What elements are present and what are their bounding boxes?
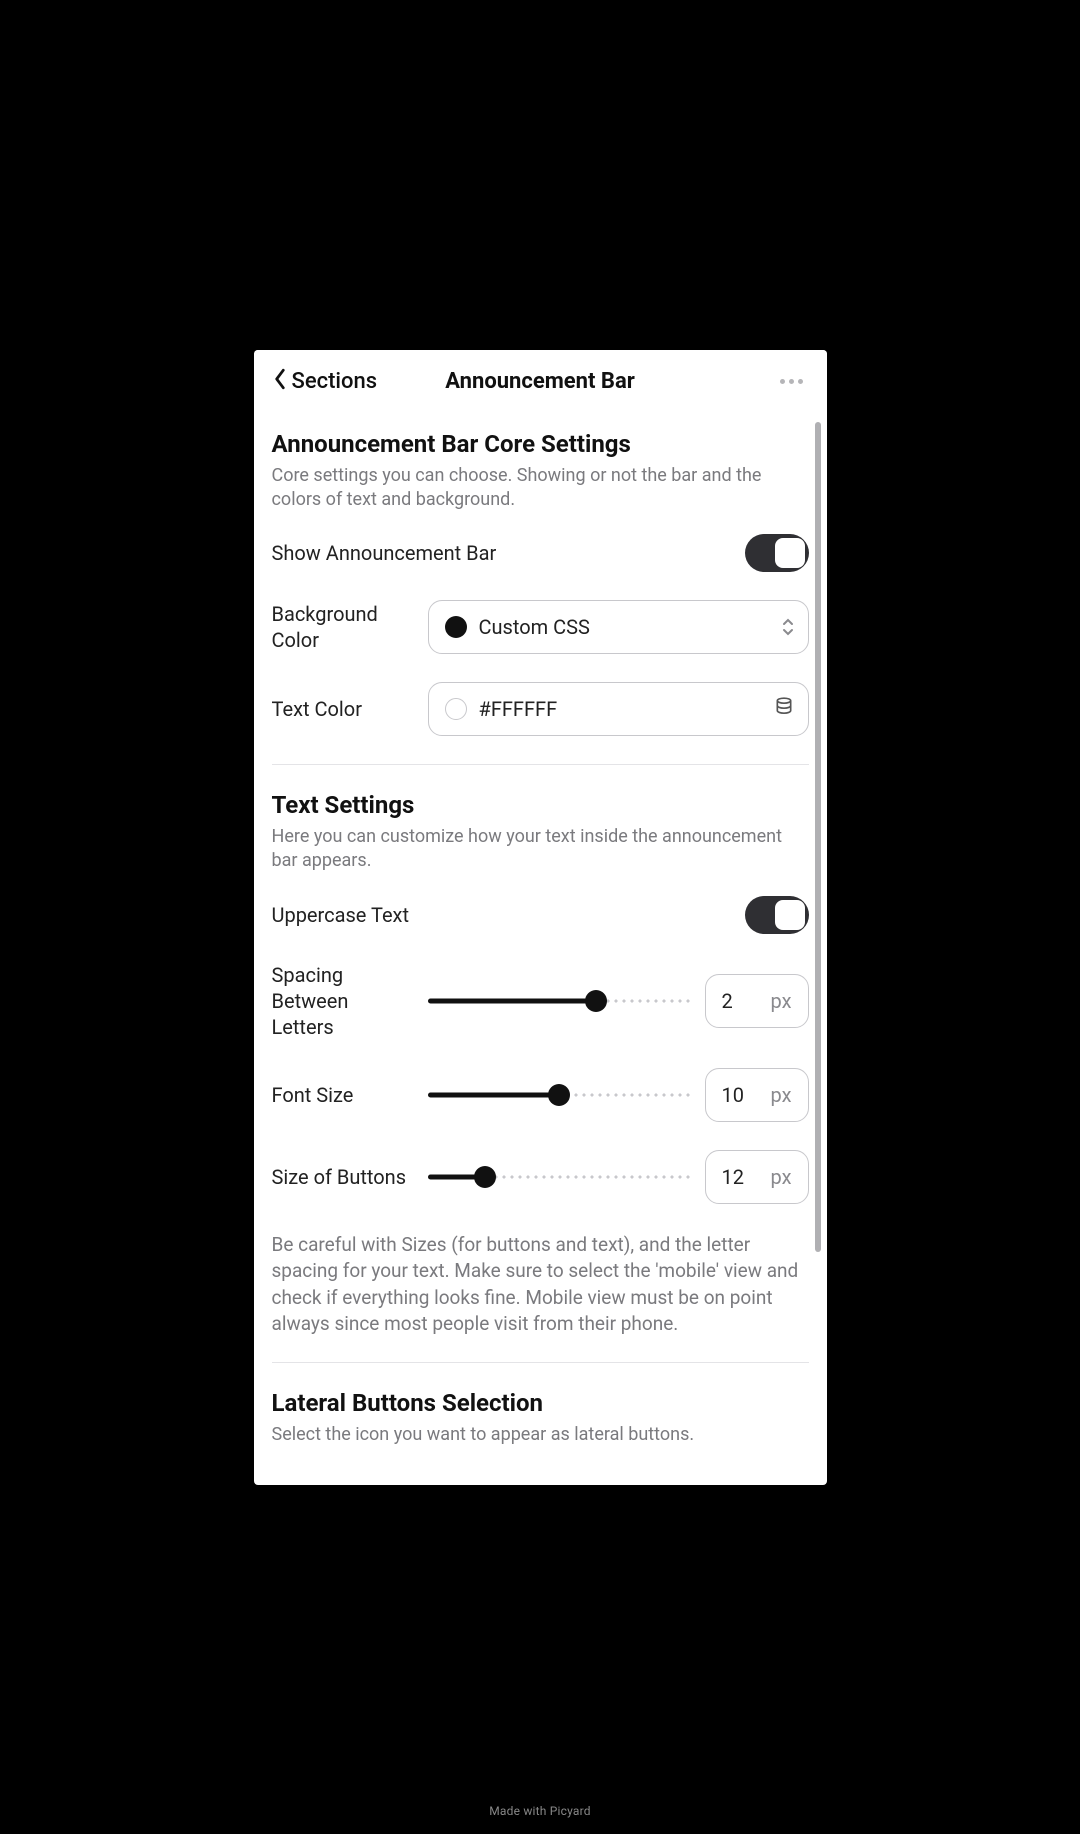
btnsize-label: Size of Buttons [272, 1164, 412, 1190]
settings-panel: Sections Announcement Bar Announcement B… [254, 350, 827, 1485]
back-label: Sections [292, 369, 378, 394]
uppercase-label: Uppercase Text [272, 902, 729, 928]
spacing-value: 2 [722, 989, 733, 1013]
unit-label: px [770, 1165, 791, 1189]
color-swatch-icon [445, 698, 467, 720]
fontsize-value: 10 [722, 1083, 744, 1107]
fontsize-input[interactable]: 10 px [705, 1068, 809, 1122]
show-bar-label: Show Announcement Bar [272, 540, 729, 566]
fontsize-label: Font Size [272, 1082, 412, 1108]
database-icon [774, 697, 794, 722]
show-bar-toggle[interactable] [745, 534, 809, 572]
fontsize-row: Font Size 10 px [272, 1068, 809, 1122]
divider [272, 764, 809, 765]
spacing-label: Spacing Between Letters [272, 962, 412, 1040]
bg-color-label: Background Color [272, 601, 412, 653]
color-swatch-icon [445, 616, 467, 638]
more-button[interactable] [774, 373, 809, 390]
lateral-heading: Lateral Buttons Selection [272, 1389, 809, 1417]
ellipsis-icon [780, 379, 785, 384]
core-desc: Core settings you can choose. Showing or… [272, 464, 809, 513]
show-bar-row: Show Announcement Bar [272, 534, 809, 572]
btnsize-input[interactable]: 12 px [705, 1150, 809, 1204]
text-settings-heading: Text Settings [272, 791, 809, 819]
text-color-value: #FFFFFF [479, 697, 558, 721]
bg-color-row: Background Color Custom CSS [272, 600, 809, 654]
spacing-input[interactable]: 2 px [705, 974, 809, 1028]
uppercase-toggle[interactable] [745, 896, 809, 934]
text-settings-desc: Here you can customize how your text ins… [272, 825, 809, 874]
chevron-left-icon [272, 368, 288, 396]
back-button[interactable]: Sections [272, 368, 378, 396]
header-bar: Sections Announcement Bar [254, 350, 827, 410]
watermark: Made with Picyard [489, 1804, 591, 1818]
btnsize-row: Size of Buttons 12 px [272, 1150, 809, 1204]
text-color-row: Text Color #FFFFFF [272, 682, 809, 736]
uppercase-row: Uppercase Text [272, 896, 809, 934]
btnsize-value: 12 [722, 1165, 744, 1189]
spacing-slider[interactable] [428, 990, 691, 1012]
unit-label: px [770, 1083, 791, 1107]
btnsize-slider[interactable] [428, 1166, 691, 1188]
divider [272, 1362, 809, 1363]
scroll-area[interactable]: Announcement Bar Core Settings Core sett… [254, 410, 827, 1485]
size-warning-note: Be careful with Sizes (for buttons and t… [272, 1232, 809, 1338]
bg-color-select[interactable]: Custom CSS [428, 600, 809, 654]
spacing-row: Spacing Between Letters 2 px [272, 962, 809, 1040]
text-color-label: Text Color [272, 696, 412, 722]
lateral-desc: Select the icon you want to appear as la… [272, 1423, 809, 1447]
text-color-input[interactable]: #FFFFFF [428, 682, 809, 736]
fontsize-slider[interactable] [428, 1084, 691, 1106]
core-heading: Announcement Bar Core Settings [272, 430, 809, 458]
unit-label: px [770, 989, 791, 1013]
bg-color-value: Custom CSS [479, 615, 590, 639]
chevron-updown-icon [782, 618, 794, 636]
scrollbar[interactable] [815, 422, 821, 1252]
